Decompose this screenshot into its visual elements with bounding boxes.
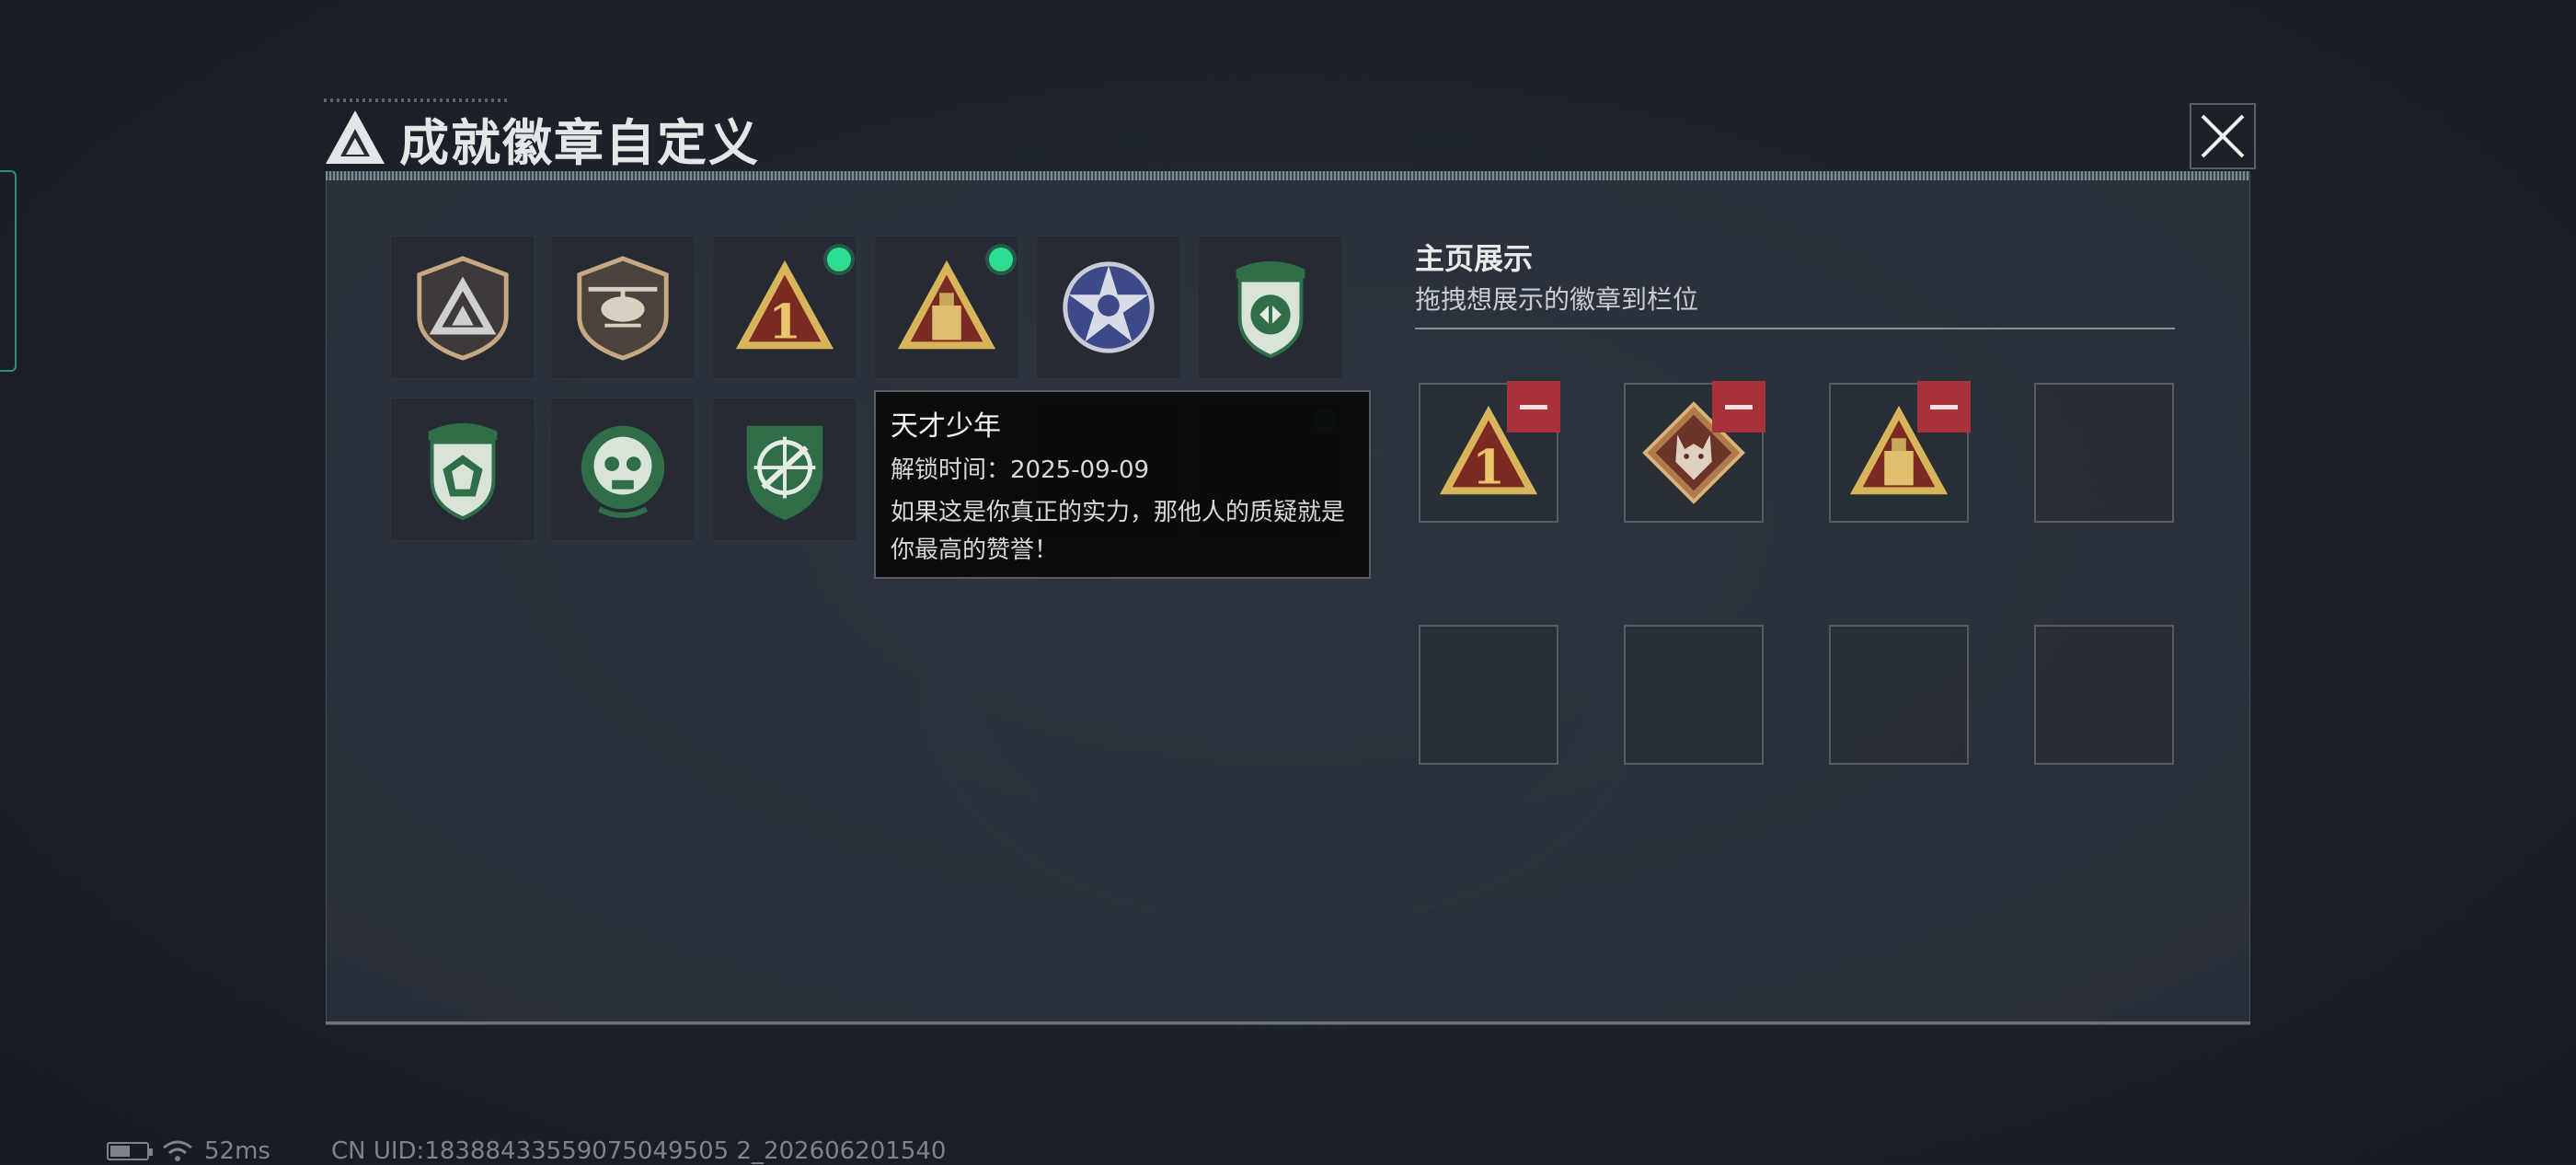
badge-green-skull[interactable] <box>550 398 696 541</box>
panel-top-border <box>326 171 2250 180</box>
showcase-title: 主页展示 <box>1415 241 1534 276</box>
badge-green-crosshair[interactable] <box>712 398 857 541</box>
showcase-slot-5[interactable] <box>1419 625 1558 765</box>
minus-icon <box>1930 404 1958 409</box>
showcase-subtitle: 拖拽想展示的徽章到栏位 <box>1415 284 1699 315</box>
ping-value: 52ms <box>204 1137 270 1165</box>
badge-tooltip: 天才少年 解锁时间：2025-09-09 如果这是你真正的实力，那他人的质疑就是… <box>874 390 1371 579</box>
showcase-slot-7[interactable] <box>1829 625 1969 765</box>
showcase-slot-6[interactable] <box>1624 625 1764 765</box>
new-indicator-dot <box>989 248 1013 271</box>
delta-shield-badge-icon <box>417 256 509 361</box>
svg-text:1: 1 <box>1472 440 1505 495</box>
badge-helicopter[interactable] <box>550 236 696 379</box>
side-tab-handle[interactable] <box>0 170 17 372</box>
green-crosshair-badge-icon <box>746 425 823 521</box>
badge-star-blue[interactable] <box>1036 236 1181 379</box>
close-button[interactable] <box>2190 103 2256 169</box>
showcase-slot-1[interactable]: 1 <box>1419 381 1560 523</box>
showcase-slot-4[interactable] <box>2034 383 2174 523</box>
svg-text:1: 1 <box>768 294 801 350</box>
badge-triangle-usb[interactable] <box>874 236 1019 379</box>
minus-icon <box>1725 404 1753 409</box>
wifi-icon <box>163 1140 192 1161</box>
close-icon <box>2201 114 2245 158</box>
blue-star-badge-icon <box>1063 261 1155 353</box>
remove-badge-button[interactable] <box>1712 381 1765 433</box>
badge-triangle-one[interactable]: 1 <box>712 236 857 379</box>
minus-icon <box>1520 404 1547 409</box>
remove-badge-button[interactable] <box>1917 381 1971 433</box>
panel-bottom-border <box>326 1021 2250 1024</box>
triangle-usb-badge-icon <box>897 260 996 350</box>
remove-badge-button[interactable] <box>1507 381 1560 433</box>
showcase-divider <box>1415 328 2175 329</box>
badge-green-shield-diamond[interactable] <box>390 398 535 541</box>
delta-logo-icon <box>326 110 385 164</box>
battery-icon <box>107 1142 153 1160</box>
helicopter-badge-icon <box>577 256 669 361</box>
triangle-one-badge-icon: 1 <box>735 260 834 350</box>
tooltip-description: 如果这是你真正的实力，那他人的质疑就是你最高的赞誉！ <box>891 499 1346 564</box>
showcase-slot-3[interactable] <box>1829 381 1971 523</box>
green-skull-badge-icon <box>581 425 665 519</box>
badge-green-shield-arrows[interactable] <box>1198 236 1343 379</box>
page-title: 成就徽章自定义 <box>399 113 760 172</box>
green-shield-diamond-badge-icon <box>428 422 498 521</box>
showcase-slot-8[interactable] <box>2034 625 2174 765</box>
green-shield-arrows-badge-icon <box>1236 260 1305 359</box>
window-title-bar: 成就徽章自定义 <box>324 101 760 175</box>
tooltip-unlock-time: 解锁时间：2025-09-09 <box>891 456 1150 484</box>
battery-level <box>110 1146 130 1157</box>
badge-delta-shield[interactable] <box>390 236 535 379</box>
new-indicator-dot <box>827 248 851 271</box>
status-bar: 52ms CN UID:18388433559075049505 2_20260… <box>107 1137 946 1165</box>
uid-text: CN UID:18388433559075049505 2_2026062015… <box>330 1137 947 1165</box>
showcase-slot-2[interactable] <box>1624 381 1765 523</box>
tooltip-title: 天才少年 <box>891 410 1001 443</box>
